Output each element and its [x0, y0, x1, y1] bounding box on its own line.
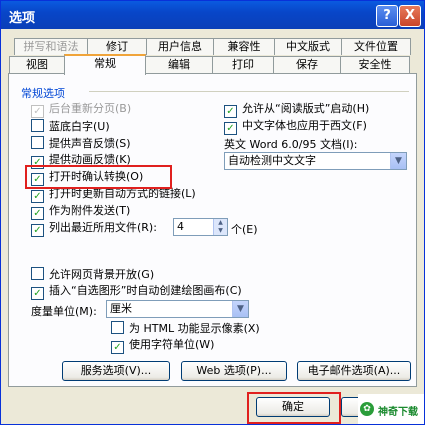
- service-options-button[interactable]: 服务选项(V)...: [62, 361, 170, 381]
- checkbox-checked[interactable]: ✓: [224, 105, 237, 118]
- option-sound-feedback[interactable]: 提供声音反馈(S): [31, 136, 131, 150]
- tab-chinese-layout[interactable]: 中文版式: [274, 38, 342, 55]
- general-panel: 常规选项 ✓ 后台重新分页(B) 蓝底白字(U) 提供声音反馈(S) ✓ 提供动画反…: [8, 73, 417, 387]
- option-auto-canvas[interactable]: ✓ 插入“自选图形”时自动创建绘图画布(C): [31, 284, 242, 300]
- close-button[interactable]: X: [399, 5, 421, 27]
- tab-save[interactable]: 保存: [273, 56, 341, 73]
- tab-print[interactable]: 打印: [212, 56, 274, 73]
- option-chinese-font-western[interactable]: ✓ 中文字体也应用于西文(F): [224, 119, 367, 135]
- group-divider: [89, 91, 409, 92]
- checkbox[interactable]: [31, 136, 44, 149]
- option-reading-layout[interactable]: ✓ 允许从“阅读版式”启动(H): [224, 102, 369, 118]
- option-character-units[interactable]: ✓ 使用字符单位(W): [111, 338, 214, 354]
- checkbox-checked[interactable]: ✓: [31, 224, 44, 237]
- checkbox-checked[interactable]: ✓: [111, 341, 124, 354]
- checkbox[interactable]: [31, 267, 44, 280]
- watermark-logo: ✿ 神奇下载: [358, 394, 424, 424]
- checkbox-checked[interactable]: ✓: [31, 105, 44, 118]
- checkbox[interactable]: [111, 321, 124, 334]
- options-dialog: 选项 ? X 拼写和语法 修订 用户信息 兼容性 中文版式 文件位置 视图 常规…: [0, 0, 425, 425]
- tab-security[interactable]: 安全性: [340, 56, 410, 73]
- recent-unit-label: 个(E): [231, 223, 258, 236]
- email-options-button[interactable]: 电子邮件选项(A)...: [297, 361, 411, 381]
- window-title: 选项: [9, 11, 36, 26]
- tab-general[interactable]: 常规: [64, 54, 146, 75]
- group-title: 常规选项: [21, 87, 65, 100]
- tab-view[interactable]: 视图: [9, 56, 65, 73]
- checkbox-checked[interactable]: ✓: [31, 287, 44, 300]
- help-button[interactable]: ?: [376, 5, 398, 27]
- checkbox-checked[interactable]: ✓: [31, 190, 44, 203]
- tab-edit[interactable]: 编辑: [145, 56, 213, 73]
- highlight-box-confirm-conversion: [25, 165, 172, 189]
- checkbox[interactable]: [31, 119, 44, 132]
- tab-user-info[interactable]: 用户信息: [146, 38, 214, 55]
- title-bar[interactable]: 选项 ? X: [1, 1, 424, 29]
- chevron-down-icon[interactable]: ▼: [390, 153, 406, 169]
- word-doc-select[interactable]: 自动检测中文文字 ▼: [224, 152, 407, 170]
- web-options-button[interactable]: Web 选项(P)...: [181, 361, 287, 381]
- option-background-repagination[interactable]: ✓ 后台重新分页(B): [31, 102, 131, 118]
- spinner-arrows-icon[interactable]: ▲ ▼: [213, 219, 227, 235]
- leaf-icon: ✿: [360, 402, 374, 416]
- option-blue-background[interactable]: 蓝底白字(U): [31, 119, 110, 133]
- tab-spelling-grammar[interactable]: 拼写和语法: [14, 38, 88, 55]
- checkbox-checked[interactable]: ✓: [31, 207, 44, 220]
- option-html-pixels[interactable]: 为 HTML 功能显示像素(X): [111, 321, 260, 335]
- recent-files-count[interactable]: 4 ▲ ▼: [173, 218, 228, 236]
- chevron-down-icon[interactable]: ▼: [232, 301, 248, 317]
- word-doc-label: 英文 Word 6.0/95 文档(I):: [224, 138, 358, 151]
- option-web-background[interactable]: 允许网页背景开放(G): [31, 267, 154, 281]
- option-recent-files[interactable]: ✓ 列出最近所用文件(R):: [31, 221, 157, 237]
- unit-label: 度量单位(M):: [31, 305, 97, 318]
- highlight-box-ok: [247, 392, 341, 424]
- tab-file-locations[interactable]: 文件位置: [341, 38, 411, 55]
- tab-revisions[interactable]: 修订: [87, 38, 147, 55]
- checkbox-checked[interactable]: ✓: [224, 122, 237, 135]
- option-update-links[interactable]: ✓ 打开时更新自动方式的链接(L): [31, 187, 196, 203]
- unit-select[interactable]: 厘米 ▼: [106, 300, 249, 318]
- tab-compatibility[interactable]: 兼容性: [213, 38, 275, 55]
- option-send-as-attachment[interactable]: ✓ 作为附件发送(T): [31, 204, 130, 220]
